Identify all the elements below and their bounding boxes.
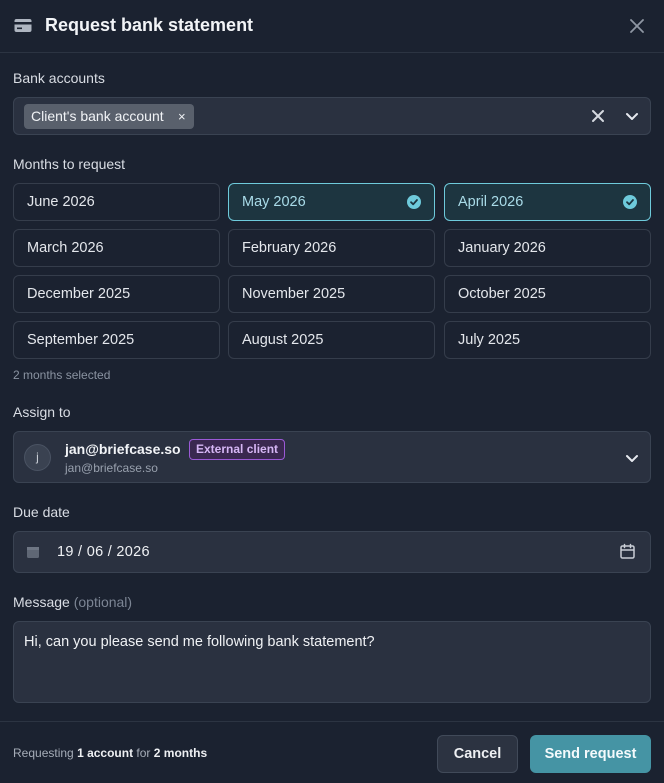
month-label: December 2025: [27, 286, 131, 302]
month-label: August 2025: [242, 332, 324, 348]
month-option[interactable]: November 2025: [228, 275, 435, 313]
optional-tag: (optional): [73, 594, 133, 610]
close-icon: [630, 19, 644, 33]
assign-to-label: Assign to: [13, 404, 71, 420]
check-circle-icon: [623, 195, 637, 209]
clear-selection-icon[interactable]: [589, 107, 607, 125]
month-label: March 2026: [27, 240, 104, 256]
month-option[interactable]: June 2026: [13, 183, 220, 221]
cancel-button[interactable]: Cancel: [437, 735, 518, 773]
month-option[interactable]: September 2025: [13, 321, 220, 359]
bank-accounts-select[interactable]: Client's bank account ×: [13, 97, 651, 135]
month-label: April 2026: [458, 194, 524, 210]
months-label: Months to request: [13, 156, 126, 172]
month-option[interactable]: January 2026: [444, 229, 651, 267]
month-option[interactable]: July 2025: [444, 321, 651, 359]
month-option[interactable]: August 2025: [228, 321, 435, 359]
external-client-badge: External client: [189, 439, 286, 460]
months-selected-hint: 2 months selected: [13, 368, 111, 382]
check-circle-icon: [407, 195, 421, 209]
summary-accounts: 1 account: [77, 746, 134, 760]
month-option[interactable]: February 2026: [228, 229, 435, 267]
assignee-email: jan@briefcase.so: [65, 441, 181, 457]
selected-account-chip: Client's bank account ×: [24, 104, 194, 129]
close-button[interactable]: [626, 15, 648, 37]
calendar-icon: [27, 547, 39, 558]
month-label: February 2026: [242, 240, 337, 256]
request-summary: Requesting 1 account for 2 months: [13, 746, 207, 760]
month-option[interactable]: May 2026: [228, 183, 435, 221]
month-label: July 2025: [458, 332, 521, 348]
summary-months: 2 months: [153, 746, 208, 760]
chip-remove-button[interactable]: ×: [178, 104, 186, 129]
avatar: j: [24, 444, 51, 471]
message-label: Message (optional): [13, 594, 132, 610]
chevron-down-icon[interactable]: [623, 107, 641, 125]
assignee-select[interactable]: j jan@briefcase.so External client jan@b…: [13, 431, 651, 483]
chip-label: Client's bank account: [31, 108, 164, 124]
month-label: September 2025: [27, 332, 135, 348]
dialog-footer: Requesting 1 account for 2 months Cancel…: [0, 721, 664, 783]
month-option[interactable]: April 2026: [444, 183, 651, 221]
send-request-button[interactable]: Send request: [530, 735, 651, 773]
month-label: October 2025: [458, 286, 546, 302]
bank-accounts-label: Bank accounts: [13, 70, 105, 86]
due-date-value: 19 / 06 / 2026: [57, 544, 150, 560]
month-label: November 2025: [242, 286, 346, 302]
month-label: January 2026: [458, 240, 546, 256]
credit-card-icon: [14, 19, 32, 32]
message-label-text: Message: [13, 594, 70, 610]
dialog-title: Request bank statement: [45, 15, 254, 35]
summary-prefix: Requesting: [13, 746, 74, 760]
due-date-label: Due date: [13, 504, 70, 520]
month-option[interactable]: December 2025: [13, 275, 220, 313]
calendar-picker-icon[interactable]: [619, 543, 636, 560]
month-label: June 2026: [27, 194, 95, 210]
dialog-header: Request bank statement: [0, 0, 664, 53]
due-date-field[interactable]: 19 / 06 / 2026: [13, 531, 651, 573]
month-option[interactable]: March 2026: [13, 229, 220, 267]
month-option[interactable]: October 2025: [444, 275, 651, 313]
assignee-sub-email: jan@briefcase.so: [65, 461, 158, 475]
message-textarea[interactable]: Hi, can you please send me following ban…: [13, 621, 651, 703]
chevron-down-icon[interactable]: [623, 449, 641, 467]
summary-mid: for: [136, 746, 151, 760]
month-label: May 2026: [242, 194, 306, 210]
